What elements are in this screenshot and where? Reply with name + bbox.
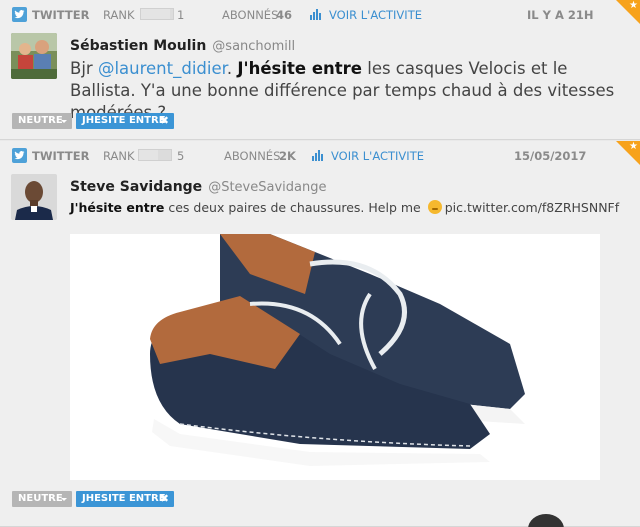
- post-image[interactable]: [70, 234, 600, 480]
- post-meta-bar: TWITTER RANK 1 ABONNÉS 46 VOIR L'ACTIVIT…: [0, 0, 640, 28]
- view-activity-link[interactable]: VOIR L'ACTIVITE: [329, 8, 422, 22]
- author-name[interactable]: Steve Savidange @SteveSavidange: [70, 179, 326, 195]
- sentiment-dropdown[interactable]: NEUTRE: [12, 491, 72, 507]
- bar-chart-icon: [310, 9, 321, 20]
- author-handle[interactable]: @sanchomill: [212, 39, 295, 54]
- rank-label: RANK: [103, 149, 135, 163]
- post-date: 15/05/2017: [514, 149, 587, 163]
- twitter-bird-icon: [12, 148, 27, 163]
- category-label: JHESITE ENTRE: [82, 493, 166, 504]
- network-name: TWITTER: [32, 149, 90, 163]
- followers-count: 2K: [279, 149, 296, 163]
- twitter-bird-icon: [12, 7, 27, 22]
- bar-chart-icon: [312, 150, 323, 161]
- close-icon[interactable]: ✖: [160, 491, 169, 507]
- caret-down-icon: [61, 498, 67, 501]
- rank-meter-fill: [141, 9, 170, 19]
- thinking-face-icon: [427, 200, 442, 214]
- post-card: TWITTER RANK 1 ABONNÉS 46 VOIR L'ACTIVIT…: [0, 0, 640, 140]
- network-name: TWITTER: [32, 8, 90, 22]
- media-link[interactable]: pic.twitter.com/f8ZRHSNNFf: [445, 200, 619, 215]
- keyword-highlight: J'hésite entre: [70, 200, 165, 215]
- post-text-part: Bjr: [70, 59, 98, 78]
- rank-value: 5: [177, 149, 185, 163]
- star-icon: ★: [629, 0, 638, 11]
- post-meta-bar: TWITTER RANK 5 ABONNÉS 2K VOIR L'ACTIVIT…: [0, 141, 640, 169]
- post-card: TWITTER RANK 5 ABONNÉS 2K VOIR L'ACTIVIT…: [0, 141, 640, 527]
- post-text-part: ces deux paires de chaussures. Help me: [164, 200, 425, 215]
- category-label: JHESITE ENTRE: [82, 115, 166, 126]
- post-text-part: .: [226, 59, 238, 78]
- close-icon[interactable]: ✖: [160, 113, 169, 129]
- author-handle[interactable]: @SteveSavidange: [208, 180, 326, 195]
- author-fullname[interactable]: Sébastien Moulin: [70, 38, 206, 54]
- caret-down-icon: [61, 120, 67, 123]
- followers-label: ABONNÉS: [222, 8, 279, 22]
- keyword-highlight: J'hésite entre: [237, 59, 362, 78]
- rank-meter: [138, 149, 172, 161]
- view-activity-link[interactable]: VOIR L'ACTIVITE: [331, 149, 424, 163]
- category-tag[interactable]: JHESITE ENTRE ✖: [76, 491, 174, 507]
- followers-count: 46: [276, 8, 293, 22]
- rank-meter-fill: [139, 150, 159, 160]
- author-fullname[interactable]: Steve Savidange: [70, 179, 202, 195]
- sentiment-label: NEUTRE: [18, 493, 63, 504]
- sentiment-label: NEUTRE: [18, 115, 63, 126]
- rank-meter: [140, 8, 174, 20]
- sentiment-dropdown[interactable]: NEUTRE: [12, 113, 72, 129]
- rank-value: 1: [177, 8, 185, 22]
- monitoring-feed: TWITTER RANK 1 ABONNÉS 46 VOIR L'ACTIVIT…: [0, 0, 640, 527]
- followers-label: ABONNÉS: [224, 149, 281, 163]
- avatar[interactable]: [11, 33, 57, 79]
- post-text: J'hésite entre ces deux paires de chauss…: [70, 200, 630, 216]
- author-name[interactable]: Sébastien Moulin @sanchomill: [70, 38, 295, 54]
- mention-link[interactable]: @laurent_didier: [98, 59, 227, 78]
- post-date: IL Y A 21H: [527, 8, 594, 22]
- star-icon: ★: [629, 141, 638, 152]
- category-tag[interactable]: JHESITE ENTRE ✖: [76, 113, 174, 129]
- rank-label: RANK: [103, 8, 135, 22]
- avatar[interactable]: [11, 174, 57, 220]
